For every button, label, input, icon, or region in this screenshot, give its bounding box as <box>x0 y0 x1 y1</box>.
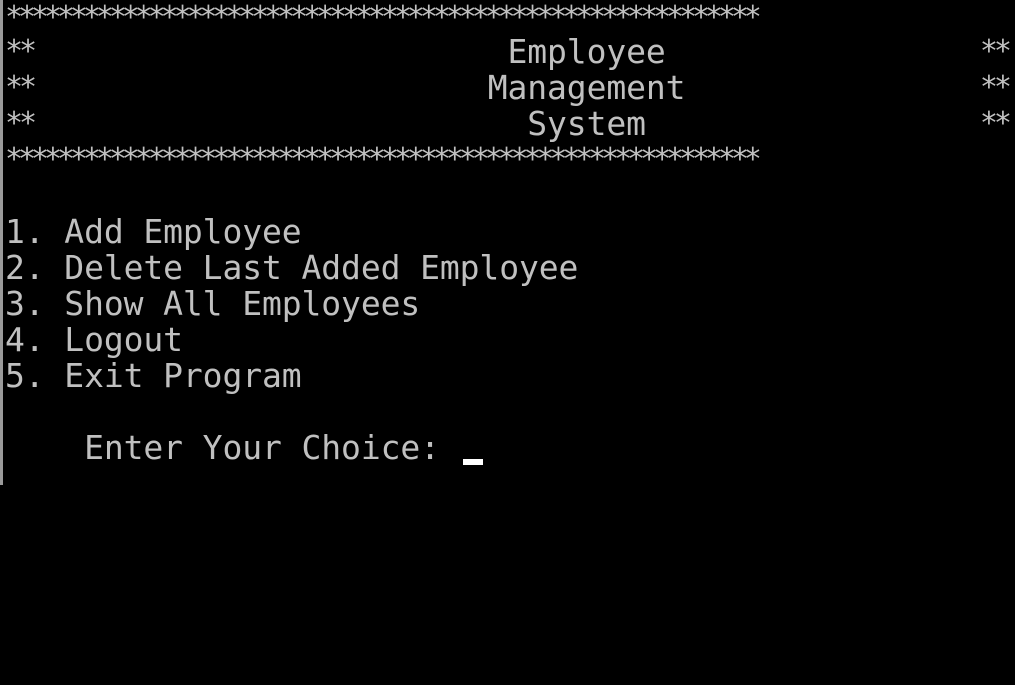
banner-title-system: System <box>527 104 646 143</box>
banner-side-marker-left: ** <box>5 70 37 105</box>
menu-item-add-employee: 1. Add Employee <box>5 212 302 251</box>
choice-prompt-row[interactable]: Enter Your Choice: <box>5 394 483 466</box>
menu-item-show-all-employees: 3. Show All Employees <box>5 284 421 323</box>
menu-item-logout: 4. Logout <box>5 320 183 359</box>
banner-side-marker-right: ** <box>979 34 1012 69</box>
menu-item-exit-program: 5. Exit Program <box>5 356 302 395</box>
banner-side-marker-left: ** <box>5 106 37 141</box>
menu-item-delete-last-employee: 2. Delete Last Added Employee <box>5 248 579 287</box>
console-window[interactable]: ****************************************… <box>5 0 1012 485</box>
window-left-edge <box>0 0 3 485</box>
banner-title-row-1: ** Employee ** <box>5 34 1012 70</box>
banner-side-marker-right: ** <box>979 106 1012 141</box>
banner-title-employee: Employee <box>507 32 666 71</box>
banner-top-border: ****************************************… <box>5 0 762 35</box>
banner-title-management: Management <box>487 68 686 107</box>
banner-title-row-2: ** Management ** <box>5 70 1012 106</box>
text-cursor[interactable] <box>462 459 483 465</box>
banner-bottom-border: ****************************************… <box>5 142 762 177</box>
banner-side-marker-left: ** <box>5 34 37 69</box>
banner-title-row-3: ** System ** <box>5 106 1012 142</box>
choice-prompt-label: Enter Your Choice: <box>84 428 460 467</box>
banner-side-marker-right: ** <box>979 70 1012 105</box>
